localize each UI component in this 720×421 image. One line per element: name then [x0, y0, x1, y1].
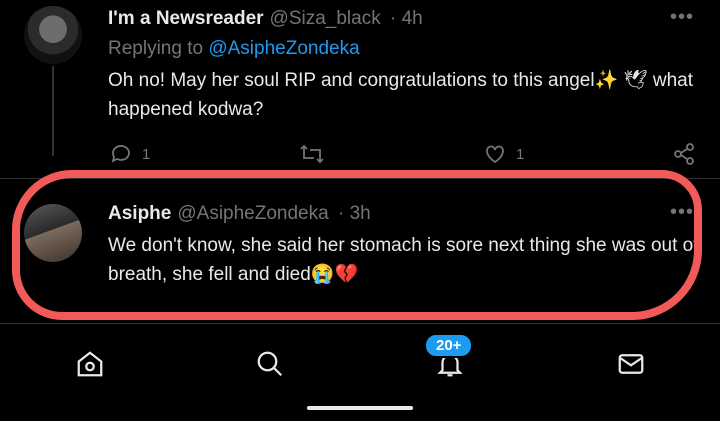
- tweet-actions: 1 1: [108, 142, 708, 170]
- home-indicator: [307, 406, 413, 410]
- like-button[interactable]: 1: [482, 142, 524, 166]
- thread-line: [52, 66, 54, 156]
- more-options-icon[interactable]: •••: [670, 6, 694, 29]
- username[interactable]: @Siza_black: [270, 8, 381, 29]
- retweet-icon: [300, 144, 324, 164]
- tweet-header: I'm a Newsreader @Siza_black · 4h: [108, 8, 423, 30]
- tweet-text: Oh no! May her soul RIP and congratulati…: [108, 70, 694, 120]
- retweet-button[interactable]: [298, 142, 326, 166]
- nav-search[interactable]: [252, 346, 288, 382]
- like-count: 1: [516, 145, 525, 163]
- timestamp[interactable]: · 4h: [390, 8, 423, 29]
- reply-count: 1: [142, 145, 151, 163]
- nav-messages[interactable]: [613, 346, 649, 382]
- mention-link[interactable]: @AsipheZondeka: [208, 38, 359, 59]
- mail-icon: [618, 354, 644, 374]
- replying-to: Replying to @AsipheZondeka: [108, 38, 360, 60]
- search-icon: [257, 351, 283, 377]
- display-name[interactable]: I'm a Newsreader: [108, 8, 264, 29]
- reply-icon: [111, 145, 130, 163]
- share-button[interactable]: [672, 142, 696, 166]
- replying-prefix: Replying to: [108, 38, 209, 59]
- share-icon: [674, 143, 694, 165]
- hand-drawn-highlight: [12, 170, 702, 320]
- avatar[interactable]: [24, 6, 82, 64]
- nav-home[interactable]: [72, 346, 108, 382]
- heart-icon: [486, 145, 504, 164]
- notification-badge: 20+: [424, 333, 474, 358]
- reply-button[interactable]: 1: [108, 142, 150, 166]
- home-icon: [77, 351, 103, 377]
